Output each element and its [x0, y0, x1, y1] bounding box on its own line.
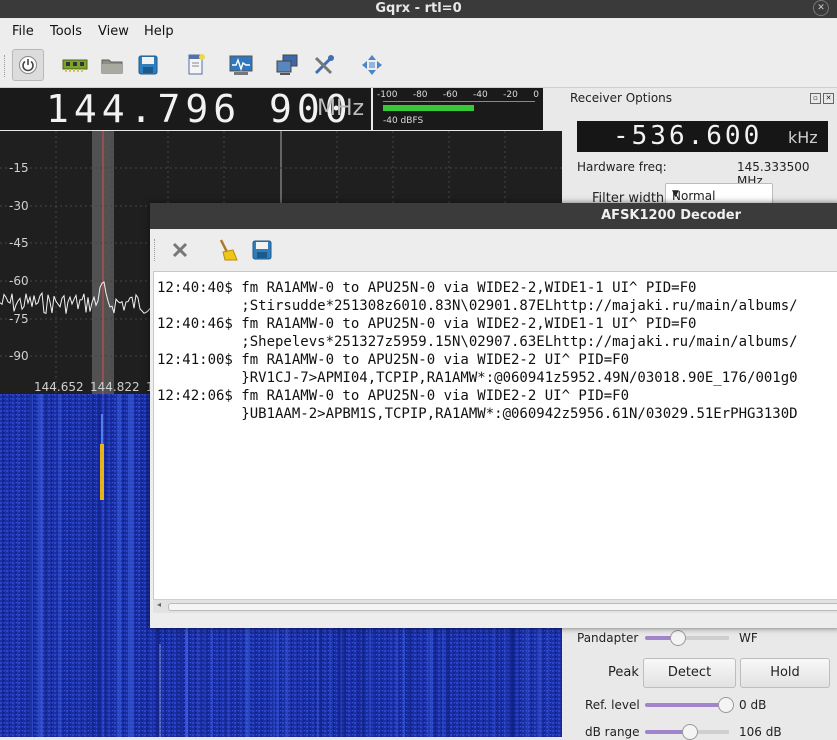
toolbar-grip	[4, 55, 8, 77]
y-tick-label: -90	[9, 349, 29, 363]
afsk1200-decoder-window: AFSK1200 Decoder 12:40:40$ fm RA1AMW-0 t…	[150, 203, 837, 628]
peak-label: Peak	[608, 665, 639, 680]
offset-frequency-value: -536.600	[613, 121, 763, 151]
receiver-options-title: Receiver Options	[570, 91, 673, 105]
signal-meter: -100 -80 -60 -40 -20 0 -40 dBFS	[373, 88, 543, 130]
toolbar-grip	[154, 239, 158, 261]
x-tick-label: 144.652	[34, 380, 84, 394]
waterfall-signal	[100, 444, 104, 500]
close-window-icon[interactable]: ✕	[813, 0, 829, 16]
meter-tick: -20	[503, 90, 518, 100]
decoder-title-bar: AFSK1200 Decoder	[150, 203, 837, 229]
meter-tick: -40	[473, 90, 488, 100]
slider-handle[interactable]	[681, 724, 698, 740]
decoder-toolbar	[150, 229, 837, 271]
scroll-left-icon[interactable]: ◂	[157, 600, 161, 609]
main-toolbar	[0, 45, 837, 88]
broom-icon	[219, 239, 238, 261]
network-icon	[276, 54, 298, 75]
clear-button[interactable]	[165, 235, 195, 265]
open-folder-icon	[101, 59, 123, 74]
clean-button[interactable]	[212, 235, 242, 265]
menu-view[interactable]: View	[98, 24, 129, 39]
menu-file[interactable]: File	[12, 24, 34, 39]
frequency-display[interactable]: 144.796 900 MHz	[0, 88, 371, 130]
tools-icon	[314, 55, 334, 75]
note-icon	[188, 54, 205, 75]
slider-handle[interactable]	[669, 630, 686, 646]
close-panel-icon[interactable]: ✕	[823, 93, 834, 104]
meter-tick: -100	[377, 90, 398, 100]
offset-frequency-display[interactable]: -536.600 kHz	[577, 121, 828, 152]
frequency-value: 144.796 900	[46, 87, 353, 131]
tools-button[interactable]	[309, 50, 339, 80]
db-range-slider[interactable]	[645, 724, 729, 740]
meter-label: -40 dBFS	[383, 116, 424, 126]
menu-tools[interactable]: Tools	[50, 24, 82, 39]
decoder-title: AFSK1200 Decoder	[601, 208, 741, 223]
y-tick-label: -60	[9, 274, 29, 288]
menu-bar: File Tools View Help	[0, 19, 837, 45]
hold-button[interactable]: Hold	[740, 658, 830, 688]
wf-label: WF	[739, 631, 758, 645]
ref-level-value: 0 dB	[739, 698, 767, 712]
meter-tick: -80	[412, 90, 428, 100]
meter-scale	[383, 101, 535, 102]
move-button[interactable]	[357, 50, 387, 80]
float-panel-icon[interactable]: ▫	[810, 93, 821, 104]
slider-handle[interactable]	[717, 697, 734, 713]
device-icon	[62, 59, 88, 72]
open-button[interactable]	[97, 50, 127, 80]
window-title: Gqrx - rtl=0	[375, 1, 462, 16]
y-tick-label: -45	[9, 236, 29, 250]
scrollbar-thumb[interactable]	[168, 603, 837, 611]
save-icon	[252, 240, 272, 260]
decoder-log-text[interactable]: 12:40:40$ fm RA1AMW-0 to APU25N-0 via WI…	[154, 272, 837, 423]
note-button[interactable]	[181, 50, 211, 80]
meter-ticks: -100 -80 -60 -40 -20 0	[377, 90, 539, 100]
menu-help[interactable]: Help	[144, 24, 174, 39]
power-icon	[19, 56, 37, 74]
x-tick-label: 144.822	[90, 380, 140, 394]
chevron-down-icon: ▼	[672, 189, 679, 199]
device-button[interactable]	[60, 50, 90, 80]
meter-tick: 0	[533, 90, 539, 100]
move-icon	[362, 55, 382, 75]
pandapter-split-slider[interactable]	[645, 630, 729, 646]
save-button[interactable]	[133, 50, 163, 80]
offset-frequency-unit: kHz	[788, 128, 818, 147]
decoder-save-button[interactable]	[247, 235, 277, 265]
ref-level-slider[interactable]	[645, 697, 734, 713]
window-title-bar: Gqrx - rtl=0 ✕	[0, 0, 837, 18]
detect-button[interactable]: Detect	[643, 658, 736, 688]
network-button[interactable]	[272, 50, 302, 80]
y-tick-label: -15	[9, 161, 29, 175]
y-tick-label: -75	[9, 312, 29, 326]
horizontal-scrollbar[interactable]: ◂	[153, 599, 837, 613]
decoder-log[interactable]: 12:40:40$ fm RA1AMW-0 to APU25N-0 via WI…	[153, 271, 837, 601]
frequency-unit: MHz	[317, 96, 365, 121]
clear-icon	[172, 242, 188, 258]
y-tick-label: -30	[9, 199, 29, 213]
ref-level-label: Ref. level	[585, 698, 640, 712]
scope-icon	[229, 55, 253, 75]
meter-tick: -60	[442, 90, 458, 100]
scope-button[interactable]	[226, 50, 256, 80]
power-button[interactable]	[12, 49, 44, 81]
pandapter-label: Pandapter	[577, 631, 639, 645]
meter-level-bar	[383, 105, 475, 111]
hardware-freq-label: Hardware freq:	[577, 160, 667, 174]
save-icon	[138, 55, 158, 75]
